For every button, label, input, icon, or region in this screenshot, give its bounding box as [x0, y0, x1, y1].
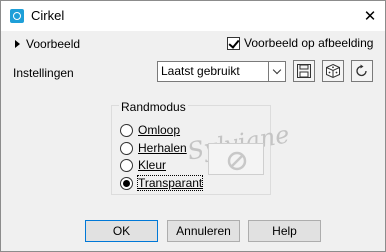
no-entry-icon [227, 151, 247, 171]
preview-on-image-checkbox[interactable]: Voorbeeld op afbeelding [227, 36, 373, 50]
settings-dropdown-value: Laatst gebruikt [161, 64, 240, 78]
settings-dropdown[interactable]: Laatst gebruikt [157, 61, 286, 82]
chevron-down-icon [272, 65, 282, 75]
cancel-button[interactable]: Annuleren [167, 220, 240, 242]
preview-toggle-label: Voorbeeld [26, 37, 81, 51]
radio-label-color: Kleur [138, 158, 167, 172]
save-icon [297, 64, 311, 78]
radio-button[interactable] [120, 123, 133, 137]
edge-mode-legend: Randmodus [119, 100, 188, 114]
radio-label-repeat: Herhalen [138, 141, 187, 155]
reset-button[interactable] [351, 60, 373, 82]
app-icon [10, 9, 24, 23]
reset-icon [356, 64, 367, 77]
radio-label-transparent: Transparant [136, 175, 204, 191]
close-button[interactable]: ✕ [355, 1, 385, 31]
ok-button[interactable]: OK [85, 220, 158, 242]
radio-button-selected[interactable] [120, 176, 133, 190]
radio-repeat[interactable]: Herhalen [120, 141, 187, 155]
title-bar[interactable]: Cirkel ✕ [1, 1, 385, 31]
help-button[interactable]: Help [248, 220, 321, 242]
randomize-button[interactable] [322, 60, 344, 82]
expand-arrow-icon [15, 40, 20, 48]
radio-wrap[interactable]: Omloop [120, 123, 180, 137]
randomize-dice-icon [326, 63, 340, 79]
close-icon: ✕ [363, 8, 377, 25]
window-title: Cirkel [31, 8, 65, 23]
preview-on-image-label: Voorbeeld op afbeelding [244, 36, 374, 50]
dialog-window: Cirkel ✕ Voorbeeld Voorbeeld op afbeeldi… [0, 0, 386, 252]
preview-toggle[interactable]: Voorbeeld [15, 37, 80, 51]
radio-button[interactable] [120, 158, 133, 172]
save-preset-button[interactable] [293, 60, 315, 82]
radio-color[interactable]: Kleur [120, 158, 166, 172]
settings-label: Instellingen [13, 66, 74, 80]
checkbox-box[interactable] [227, 36, 240, 50]
radio-label-wrap: Omloop [138, 123, 181, 137]
radio-transparent[interactable]: Transparant [120, 175, 204, 191]
radio-button[interactable] [120, 141, 133, 155]
dropdown-arrow[interactable] [268, 62, 285, 81]
